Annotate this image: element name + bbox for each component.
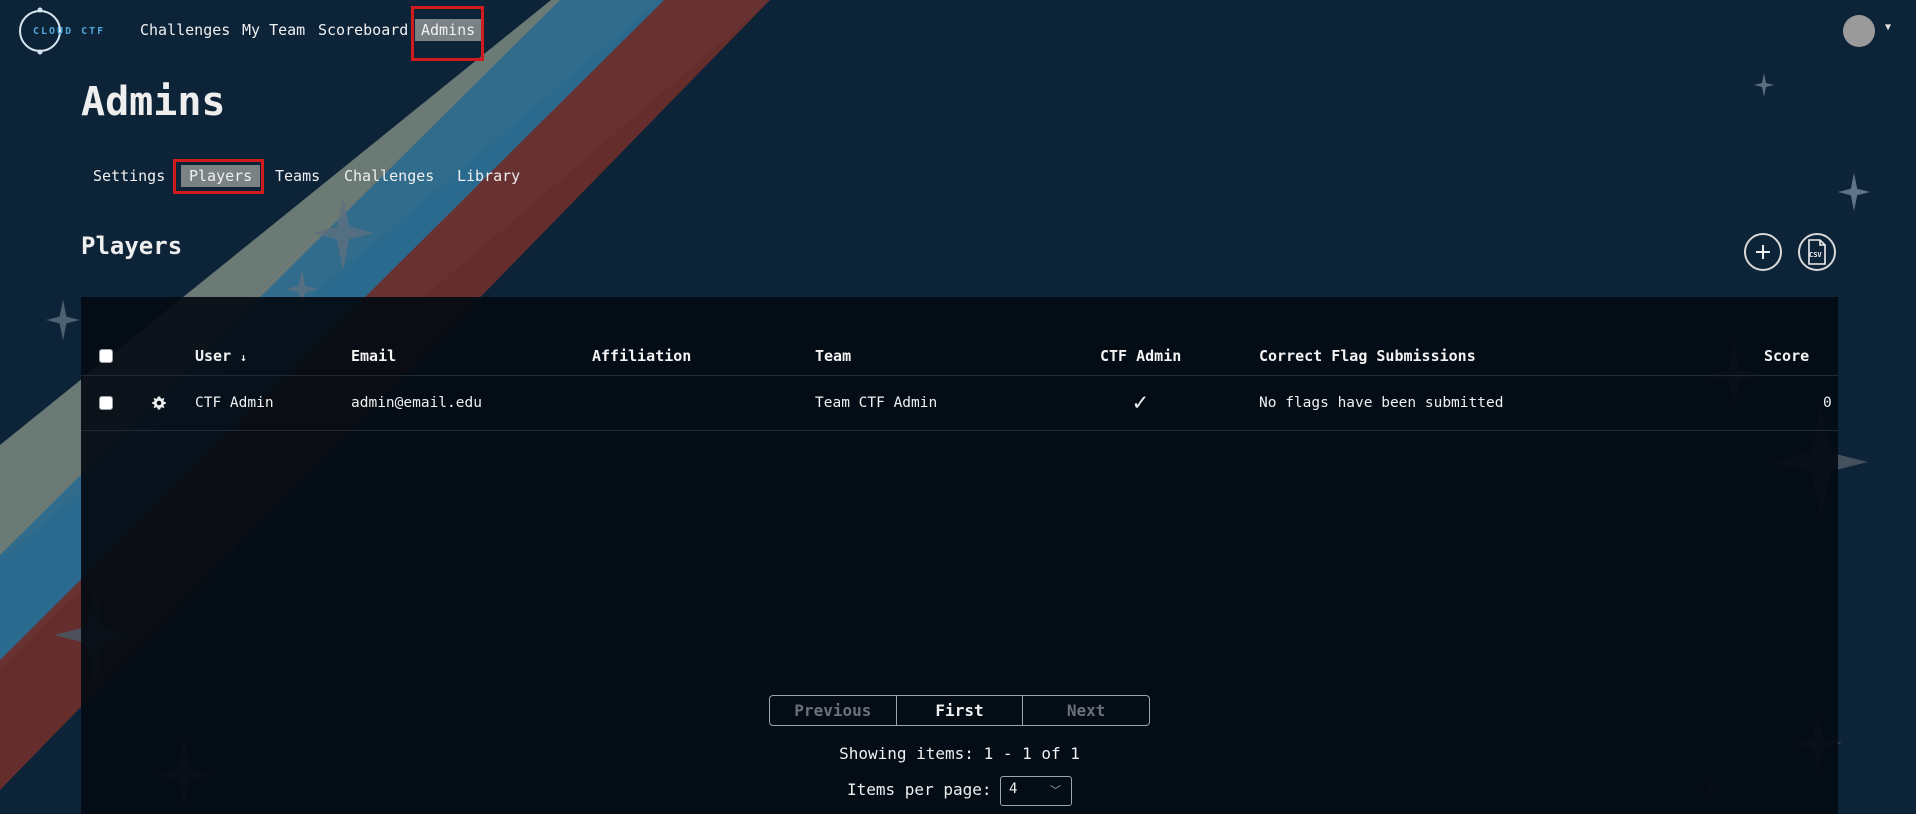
csv-label: CSV bbox=[1809, 251, 1822, 259]
add-player-button[interactable] bbox=[1744, 233, 1782, 271]
gear-icon[interactable] bbox=[151, 395, 167, 411]
col-header-user-label: User bbox=[195, 347, 232, 365]
items-per-page-label: Items per page: bbox=[847, 780, 992, 799]
select-all-checkbox[interactable] bbox=[99, 349, 113, 363]
col-header-affiliation[interactable]: Affiliation bbox=[592, 347, 691, 365]
tab-teams[interactable]: Teams bbox=[275, 167, 320, 185]
sort-down-icon[interactable]: ↓ bbox=[240, 351, 247, 364]
section-title: Players bbox=[81, 232, 183, 260]
previous-button[interactable]: Previous bbox=[770, 696, 897, 725]
tab-library[interactable]: Library bbox=[457, 167, 520, 185]
cell-score: 0 bbox=[1823, 395, 1832, 411]
pagination: Previous First Next bbox=[769, 695, 1150, 726]
row-divider bbox=[81, 430, 1838, 431]
items-per-page-value: 4 bbox=[1009, 781, 1018, 797]
col-header-score[interactable]: Score bbox=[1764, 347, 1809, 365]
header-divider bbox=[81, 375, 1838, 376]
checkmark-icon: ✓ bbox=[1133, 388, 1148, 416]
chevron-down-icon: ﹀ bbox=[1050, 784, 1061, 797]
page-title: Admins bbox=[81, 79, 226, 125]
caret-down-icon[interactable]: ▼ bbox=[1885, 22, 1891, 33]
logo-text: CLOUD CTF bbox=[33, 26, 106, 37]
tab-challenges[interactable]: Challenges bbox=[344, 167, 434, 185]
items-per-page-select[interactable]: 4 ﹀ bbox=[1000, 776, 1072, 806]
star-icon bbox=[312, 195, 374, 271]
showing-items-text: Showing items: 1 - 1 of 1 bbox=[839, 744, 1080, 763]
star-icon bbox=[1754, 73, 1774, 97]
col-header-flag-submissions[interactable]: Correct Flag Submissions bbox=[1259, 347, 1476, 365]
players-table: User ↓ Email Affiliation Team CTF Admin … bbox=[81, 297, 1838, 814]
star-icon bbox=[46, 299, 80, 341]
col-header-user[interactable]: User ↓ bbox=[195, 347, 247, 365]
cell-flag-submissions: No flags have been submitted bbox=[1259, 395, 1504, 411]
first-button[interactable]: First bbox=[897, 696, 1024, 725]
col-header-ctf-admin[interactable]: CTF Admin bbox=[1100, 347, 1181, 365]
nav-admins[interactable]: Admins bbox=[415, 19, 482, 41]
row-checkbox[interactable] bbox=[99, 396, 113, 410]
tab-players[interactable]: Players bbox=[181, 165, 261, 187]
plus-icon bbox=[1756, 245, 1770, 259]
avatar[interactable] bbox=[1843, 15, 1875, 47]
cell-user[interactable]: CTF Admin bbox=[195, 395, 274, 411]
cell-team[interactable]: Team CTF Admin bbox=[815, 395, 937, 411]
top-navbar: CLOUD CTF Challenges My Team Scoreboard … bbox=[0, 0, 1916, 62]
star-icon bbox=[1838, 172, 1870, 212]
col-header-email[interactable]: Email bbox=[351, 347, 396, 365]
next-button[interactable]: Next bbox=[1023, 696, 1149, 725]
tab-settings[interactable]: Settings bbox=[93, 167, 165, 185]
col-header-team[interactable]: Team bbox=[815, 347, 851, 365]
export-csv-button[interactable]: CSV bbox=[1798, 233, 1836, 271]
nav-my-team[interactable]: My Team bbox=[242, 21, 305, 39]
cell-email: admin@email.edu bbox=[351, 395, 482, 411]
nav-scoreboard[interactable]: Scoreboard bbox=[318, 21, 408, 39]
nav-challenges[interactable]: Challenges bbox=[140, 21, 230, 39]
